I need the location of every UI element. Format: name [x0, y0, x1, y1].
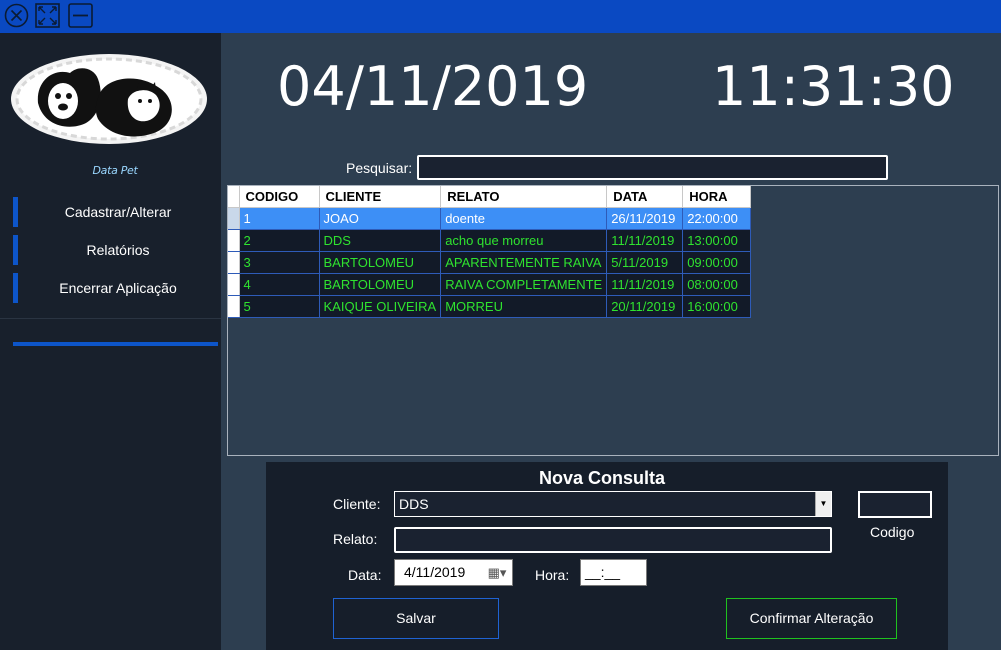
- cell-hora: 22:00:00: [682, 207, 752, 230]
- col-header-cliente[interactable]: CLIENTE: [319, 186, 442, 208]
- cell-codigo: 1: [239, 207, 320, 230]
- nav-item-encerrar-aplicacao[interactable]: Encerrar Aplicação: [13, 273, 218, 303]
- codigo-field[interactable]: [858, 491, 932, 518]
- calendar-dropdown-icon[interactable]: ▦▾: [484, 560, 510, 585]
- row-header[interactable]: [228, 251, 240, 274]
- cell-relato: RAIVA COMPLETAMENTE: [440, 273, 608, 296]
- cell-cliente: KAIQUE OLIVEIRA: [319, 295, 442, 318]
- col-header-hora[interactable]: HORA: [682, 186, 752, 208]
- confirmar-alteracao-button[interactable]: Confirmar Alteração: [726, 598, 897, 639]
- cell-hora: 13:00:00: [682, 229, 752, 252]
- cliente-select-value: DDS: [399, 496, 429, 512]
- table-row[interactable]: 3 BARTOLOMEU APARENTEMENTE RAIVA 5/11/20…: [228, 251, 752, 274]
- sidebar-divider: [0, 318, 221, 319]
- nav-label: Relatórios: [86, 242, 150, 258]
- current-date: 04/11/2019: [277, 55, 589, 118]
- cell-hora: 09:00:00: [682, 251, 752, 274]
- relato-label: Relato:: [333, 531, 378, 547]
- cell-codigo: 4: [239, 273, 320, 296]
- sidebar-accent-line: [13, 342, 218, 346]
- row-header[interactable]: [228, 273, 240, 296]
- cell-data: 20/11/2019: [606, 295, 684, 318]
- logo-caption: Data Pet: [92, 164, 138, 177]
- cliente-select[interactable]: DDS ▼: [394, 491, 832, 517]
- table-row[interactable]: 2 DDS acho que morreu 11/11/2019 13:00:0…: [228, 229, 752, 252]
- title-bar: [0, 0, 1001, 33]
- data-pet-logo: [8, 43, 210, 153]
- sidebar: Data Pet Cadastrar/Alterar Relatórios En…: [0, 33, 221, 650]
- relato-input[interactable]: [394, 527, 832, 553]
- cell-data: 11/11/2019: [606, 273, 684, 296]
- cell-cliente: JOAO: [319, 207, 442, 230]
- cell-data: 26/11/2019: [606, 207, 684, 230]
- cell-codigo: 5: [239, 295, 320, 318]
- resize-icon[interactable]: [35, 3, 60, 28]
- data-label: Data:: [348, 567, 382, 583]
- data-date-picker[interactable]: 4/11/2019 ▦▾: [394, 559, 513, 586]
- col-header-codigo[interactable]: CODIGO: [239, 186, 320, 208]
- codigo-label: Codigo: [870, 524, 915, 540]
- row-header[interactable]: [228, 295, 240, 318]
- search-input[interactable]: [417, 155, 888, 180]
- cell-data: 11/11/2019: [606, 229, 684, 252]
- cell-hora: 08:00:00: [682, 273, 752, 296]
- table-row[interactable]: 4 BARTOLOMEU RAIVA COMPLETAMENTE 11/11/2…: [228, 273, 752, 296]
- col-header-data[interactable]: DATA: [606, 186, 684, 208]
- date-picker-value: 4/11/2019: [404, 564, 466, 580]
- cliente-label: Cliente:: [333, 496, 381, 512]
- minimize-icon[interactable]: [68, 3, 93, 28]
- col-header-relato[interactable]: RELATO: [440, 186, 608, 208]
- nav-item-relatorios[interactable]: Relatórios: [13, 235, 218, 265]
- grid-header-row: CODIGO CLIENTE RELATO DATA HORA: [228, 186, 752, 208]
- cell-relato: APARENTEMENTE RAIVA: [440, 251, 608, 274]
- row-header[interactable]: [228, 207, 240, 230]
- consultas-grid[interactable]: CODIGO CLIENTE RELATO DATA HORA 1 JOAO d…: [227, 185, 999, 456]
- row-header-corner: [228, 186, 240, 208]
- salvar-button[interactable]: Salvar: [333, 598, 499, 639]
- nav-label: Encerrar Aplicação: [59, 280, 177, 296]
- hora-label: Hora:: [535, 567, 570, 583]
- row-header[interactable]: [228, 229, 240, 252]
- panel-title: Nova Consulta: [538, 468, 666, 488]
- table-row[interactable]: 1 JOAO doente 26/11/2019 22:00:00: [228, 207, 752, 230]
- cell-cliente: DDS: [319, 229, 442, 252]
- cell-relato: MORREU: [440, 295, 608, 318]
- hora-value: __:__: [585, 564, 621, 580]
- cell-cliente: BARTOLOMEU: [319, 251, 442, 274]
- cell-cliente: BARTOLOMEU: [319, 273, 442, 296]
- cell-codigo: 2: [239, 229, 320, 252]
- nav-item-cadastrar-alterar[interactable]: Cadastrar/Alterar: [13, 197, 218, 227]
- close-circle-icon[interactable]: [4, 3, 29, 28]
- dropdown-arrow-icon[interactable]: ▼: [815, 492, 831, 516]
- cell-codigo: 3: [239, 251, 320, 274]
- nova-consulta-panel: Nova Consulta Cliente: DDS ▼ Codigo Rela…: [266, 462, 948, 650]
- cell-hora: 16:00:00: [682, 295, 752, 318]
- table-row[interactable]: 5 KAIQUE OLIVEIRA MORREU 20/11/2019 16:0…: [228, 295, 752, 318]
- cell-relato: doente: [440, 207, 608, 230]
- search-label: Pesquisar:: [346, 160, 413, 176]
- current-time: 11:31:30: [712, 55, 955, 118]
- hora-masked-input[interactable]: __:__: [580, 559, 647, 586]
- nav-label: Cadastrar/Alterar: [64, 204, 172, 220]
- cell-data: 5/11/2019: [606, 251, 684, 274]
- cell-relato: acho que morreu: [440, 229, 608, 252]
